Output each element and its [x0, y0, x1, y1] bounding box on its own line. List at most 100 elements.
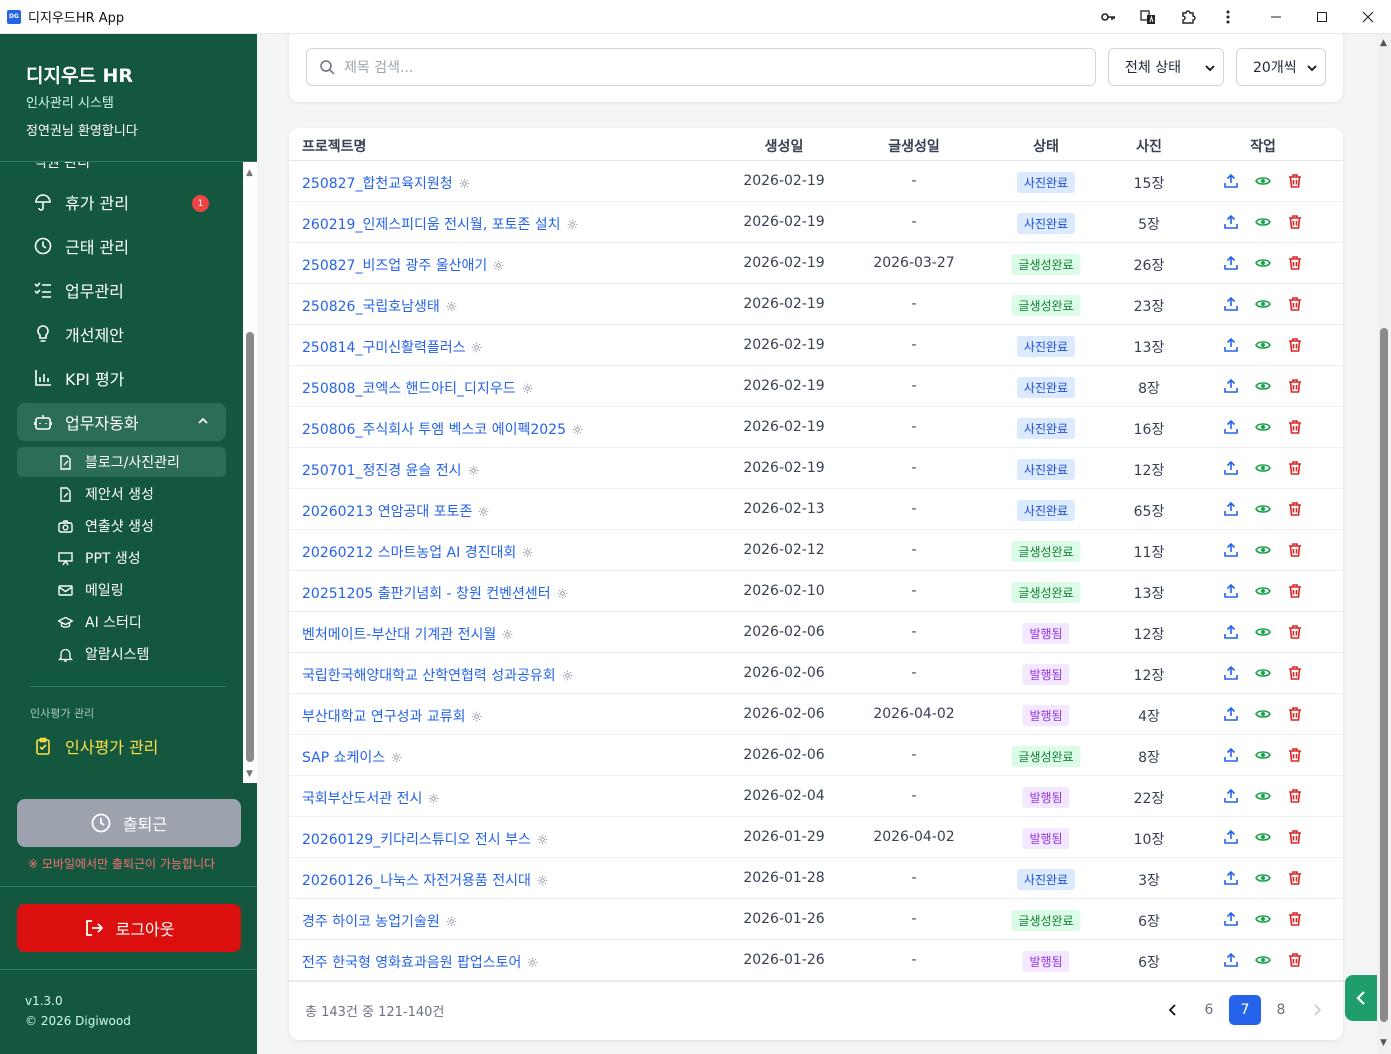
eye-icon[interactable]	[1254, 910, 1272, 928]
project-name-link[interactable]: 250808_코엑스 핸드아티_디지우드	[302, 378, 533, 398]
project-name-link[interactable]: 20260212 스마트농업 AI 경진대회	[302, 542, 533, 562]
eye-icon[interactable]	[1254, 377, 1272, 395]
sidebar-item-suggestions[interactable]: 개선제안	[17, 315, 226, 353]
gear-icon[interactable]	[572, 424, 583, 435]
eye-icon[interactable]	[1254, 213, 1272, 231]
eye-icon[interactable]	[1254, 951, 1272, 969]
translate-icon[interactable]	[1128, 0, 1168, 34]
project-name[interactable]: 전주 한국형 영화효과음원 팝업스토어	[302, 952, 521, 972]
gear-icon[interactable]	[391, 752, 402, 763]
project-name[interactable]: 260219_인제스피디움 전시월, 포토존 설치	[302, 214, 561, 234]
project-name[interactable]: SAP 쇼케이스	[302, 747, 385, 767]
project-name[interactable]: 250808_코엑스 핸드아티_디지우드	[302, 378, 516, 398]
upload-icon[interactable]	[1222, 869, 1240, 887]
gear-icon[interactable]	[557, 588, 568, 599]
sidebar-item-evaluation[interactable]: 인사평가 관리	[17, 727, 226, 765]
project-name-link[interactable]: 전주 한국형 영화효과음원 팝업스토어	[302, 952, 538, 972]
sub-item-mailing[interactable]: 메일링	[17, 575, 226, 605]
gear-icon[interactable]	[446, 301, 457, 312]
eye-icon[interactable]	[1254, 787, 1272, 805]
gear-icon[interactable]	[459, 178, 470, 189]
project-name[interactable]: 250806_주식회사 투엠 벡스코 에이펙2025	[302, 419, 566, 439]
trash-icon[interactable]	[1286, 582, 1304, 600]
eye-icon[interactable]	[1254, 664, 1272, 682]
upload-icon[interactable]	[1222, 664, 1240, 682]
prev-page-button[interactable]	[1155, 995, 1191, 1025]
sidebar-scroll-thumb[interactable]	[246, 332, 254, 762]
maximize-button[interactable]	[1299, 0, 1345, 34]
project-name[interactable]: 250827_합천교육지원청	[302, 173, 453, 193]
page-button[interactable]: 8	[1263, 995, 1299, 1025]
project-name-link[interactable]: 국회부산도서관 전시	[302, 788, 439, 808]
gear-icon[interactable]	[478, 506, 489, 517]
project-name-link[interactable]: 20260126_나눅스 자전거용품 전시대	[302, 870, 548, 890]
page-button[interactable]: 6	[1191, 995, 1227, 1025]
sub-item-blog-photo[interactable]: 블로그/사진관리	[17, 447, 226, 477]
scroll-down-arrow-icon[interactable]: ▼	[1380, 1038, 1387, 1048]
sidebar-item-attendance[interactable]: 근태 관리	[17, 227, 226, 265]
project-name-link[interactable]: 국립한국해양대학교 산학연협력 성과공유회	[302, 665, 573, 685]
project-name-link[interactable]: 250827_합천교육지원청	[302, 173, 470, 193]
project-name-link[interactable]: 260219_인제스피디움 전시월, 포토존 설치	[302, 214, 578, 234]
upload-icon[interactable]	[1222, 910, 1240, 928]
gear-icon[interactable]	[468, 465, 479, 476]
collapse-panel-button[interactable]	[1345, 975, 1377, 1021]
column-header-written[interactable]: 글생성일	[888, 136, 940, 156]
project-name-link[interactable]: 20260129_키다리스튜디오 전시 부스	[302, 829, 548, 849]
trash-icon[interactable]	[1286, 705, 1304, 723]
scroll-up-arrow-icon[interactable]: ▲	[1380, 38, 1387, 48]
project-name-link[interactable]: 250826_국립호남생태	[302, 296, 457, 316]
key-icon[interactable]	[1088, 0, 1128, 34]
trash-icon[interactable]	[1286, 172, 1304, 190]
trash-icon[interactable]	[1286, 336, 1304, 354]
project-name[interactable]: 20260213 연암공대 포토존	[302, 501, 472, 521]
gear-icon[interactable]	[428, 793, 439, 804]
eye-icon[interactable]	[1254, 172, 1272, 190]
close-window-button[interactable]	[1345, 0, 1391, 34]
eye-icon[interactable]	[1254, 705, 1272, 723]
page-size-select[interactable]: 20개씩	[1236, 48, 1326, 86]
scroll-up-arrow-icon[interactable]: ▲	[246, 168, 253, 178]
project-name[interactable]: 250814_구미신활력플러스	[302, 337, 465, 357]
project-name[interactable]: 부산대학교 연구성과 교류회	[302, 706, 465, 726]
sidebar-item-kpi[interactable]: KPI 평가	[17, 359, 226, 397]
upload-icon[interactable]	[1222, 623, 1240, 641]
gear-icon[interactable]	[537, 875, 548, 886]
upload-icon[interactable]	[1222, 787, 1240, 805]
main-scroll-thumb[interactable]	[1380, 328, 1388, 1022]
upload-icon[interactable]	[1222, 828, 1240, 846]
upload-icon[interactable]	[1222, 705, 1240, 723]
sub-item-ai-study[interactable]: AI 스터디	[17, 607, 226, 637]
trash-icon[interactable]	[1286, 951, 1304, 969]
status-select[interactable]: 전체 상태	[1108, 48, 1224, 86]
logout-button[interactable]: 로그아웃	[17, 904, 241, 952]
column-header-photos[interactable]: 사진	[1136, 136, 1162, 156]
project-name-link[interactable]: 벤처메이트-부산대 기계관 전시월	[302, 624, 513, 644]
extension-icon[interactable]	[1168, 0, 1208, 34]
trash-icon[interactable]	[1286, 910, 1304, 928]
project-name[interactable]: 국립한국해양대학교 산학연협력 성과공유회	[302, 665, 556, 685]
trash-icon[interactable]	[1286, 295, 1304, 313]
project-name-link[interactable]: 250827_비즈업 광주 울산애기	[302, 255, 504, 275]
sub-item-staged-shot[interactable]: 연출샷 생성	[17, 511, 226, 541]
project-name-link[interactable]: 250806_주식회사 투엠 벡스코 에이펙2025	[302, 419, 583, 439]
upload-icon[interactable]	[1222, 213, 1240, 231]
trash-icon[interactable]	[1286, 828, 1304, 846]
upload-icon[interactable]	[1222, 295, 1240, 313]
project-name[interactable]: 경주 하이코 농업기술원	[302, 911, 440, 931]
more-menu-icon[interactable]	[1208, 0, 1248, 34]
upload-icon[interactable]	[1222, 582, 1240, 600]
eye-icon[interactable]	[1254, 869, 1272, 887]
project-name[interactable]: 250827_비즈업 광주 울산애기	[302, 255, 487, 275]
gear-icon[interactable]	[471, 711, 482, 722]
project-name-link[interactable]: 20260213 연암공대 포토존	[302, 501, 489, 521]
eye-icon[interactable]	[1254, 500, 1272, 518]
project-name-link[interactable]: 경주 하이코 농업기술원	[302, 911, 457, 931]
upload-icon[interactable]	[1222, 336, 1240, 354]
sidebar-item-tasks[interactable]: 업무관리	[17, 271, 226, 309]
project-name[interactable]: 20251205 출판기념회 - 창원 컨벤션센터	[302, 583, 551, 603]
column-header-created[interactable]: 생성일	[765, 136, 804, 156]
upload-icon[interactable]	[1222, 541, 1240, 559]
sub-item-alarm[interactable]: 알람시스템	[17, 639, 226, 669]
trash-icon[interactable]	[1286, 418, 1304, 436]
